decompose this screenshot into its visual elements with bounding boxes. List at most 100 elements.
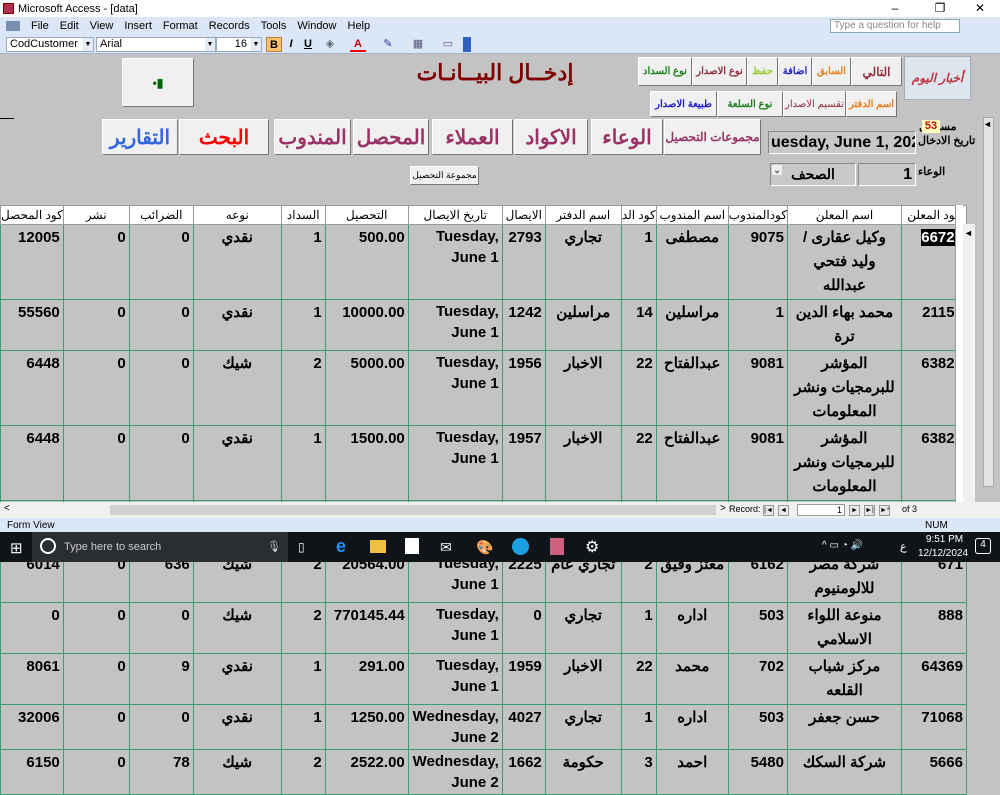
table-cell[interactable]: 55560 [0, 299, 64, 351]
underline-button[interactable]: U [300, 37, 316, 52]
table-cell[interactable]: 0 [62, 299, 130, 351]
goods-type-button[interactable]: نوع السلعة [717, 91, 783, 117]
delegate-button[interactable]: المندوب [274, 119, 351, 155]
table-cell[interactable]: Tuesday, June 1 [407, 224, 503, 300]
toolbar-options-icon[interactable] [463, 37, 471, 52]
column-header[interactable]: نوعه [192, 205, 282, 225]
table-cell[interactable]: 10000.00 [324, 299, 409, 351]
table-cell[interactable]: احمد [655, 749, 729, 795]
clients-button[interactable]: العملاء [432, 119, 513, 155]
edge-legacy-icon[interactable]: e [336, 536, 346, 557]
first-record-button[interactable]: |◄ [763, 505, 774, 516]
table-cell[interactable]: تجاري [544, 704, 622, 750]
table-cell[interactable]: 1 [280, 704, 326, 750]
table-cell[interactable]: 1242 [501, 299, 546, 351]
table-cell[interactable]: 12005 [0, 224, 64, 300]
table-cell[interactable]: 22 [620, 425, 657, 501]
line-color-icon[interactable]: ✎ [380, 37, 396, 52]
object-combo[interactable]: CodCustomer ▼ [6, 37, 94, 52]
menu-edit[interactable]: Edit [60, 20, 79, 32]
column-header[interactable]: الضرائب [128, 205, 194, 225]
fill-color-icon[interactable]: ◈ [322, 37, 338, 52]
table-cell[interactable]: 9075 [727, 224, 788, 300]
table-cell[interactable]: 1 [620, 224, 657, 300]
table-cell[interactable]: مراسلين [544, 299, 622, 351]
column-header[interactable]: اسم المعلن [786, 205, 902, 225]
menu-records[interactable]: Records [209, 20, 250, 32]
container-combo[interactable]: الصحف ⌄ [770, 163, 856, 186]
menu-format[interactable]: Format [163, 20, 198, 32]
column-header[interactable]: السداد [280, 205, 326, 225]
table-cell[interactable]: المؤشر للبرمجيات ونشر المعلومات [786, 425, 902, 501]
table-cell[interactable]: 22 [620, 350, 657, 426]
file-explorer-icon[interactable] [370, 540, 386, 553]
table-cell[interactable]: محمد بهاء الدين ترة [786, 299, 902, 351]
input-language[interactable]: ع [900, 540, 907, 553]
collection-groups-button[interactable]: مجموعات التحصيل [664, 119, 761, 155]
record-selector[interactable]: ◄ [963, 224, 975, 502]
borders-icon[interactable]: ▦ [410, 37, 426, 52]
table-cell[interactable]: Wednesday, June 2 [407, 749, 503, 795]
table-cell[interactable]: 291.00 [324, 653, 409, 705]
column-header[interactable]: تاريخ الايصال [407, 205, 503, 225]
table-cell[interactable]: 2 [280, 602, 326, 654]
last-record-button[interactable]: ►| [864, 505, 875, 516]
table-cell[interactable]: 5000.00 [324, 350, 409, 426]
table-cell[interactable]: 22 [620, 653, 657, 705]
table-cell[interactable]: 9 [128, 653, 194, 705]
table-cell[interactable]: 3 [620, 749, 657, 795]
table-cell[interactable]: تجاري [544, 224, 622, 300]
previous-record-button[interactable]: ◄ [778, 505, 789, 516]
next-record-button[interactable]: ► [849, 505, 860, 516]
access-taskbar-icon[interactable] [550, 538, 564, 555]
table-cell[interactable]: 1 [280, 653, 326, 705]
table-cell[interactable]: Tuesday, June 1 [407, 653, 503, 705]
table-cell[interactable]: 1662 [501, 749, 546, 795]
table-cell[interactable]: مصطفى [655, 224, 729, 300]
book-name-button[interactable]: اسم الدفتر [846, 91, 897, 117]
table-cell[interactable]: 1 [280, 224, 326, 300]
taskbar-search-box[interactable]: Type here to search 🎙 [32, 532, 288, 562]
menu-help[interactable]: Help [348, 20, 371, 32]
table-cell[interactable]: عبدالفتاح [655, 350, 729, 426]
column-header[interactable]: الايصال [501, 205, 546, 225]
table-cell[interactable]: 2793 [501, 224, 546, 300]
table-cell[interactable]: 2522.00 [324, 749, 409, 795]
table-cell[interactable]: 1 [620, 704, 657, 750]
collection-group-button[interactable]: مجموعة التحصيل [410, 166, 479, 185]
table-cell[interactable]: حسن جعفر [786, 704, 902, 750]
container-code-field[interactable]: 1 [858, 163, 916, 186]
table-cell[interactable]: 2 [280, 350, 326, 426]
table-cell[interactable]: 888 [900, 602, 967, 654]
codes-button[interactable]: الاكواد [514, 119, 588, 155]
table-cell[interactable]: Tuesday, June 1 [407, 350, 503, 426]
table-row[interactable]: 66726 وكيل عقارى / وليد فتحي عبدالله 9075 م… [0, 224, 967, 300]
save-button[interactable]: حفظ [747, 57, 778, 86]
table-cell[interactable]: اداره [655, 704, 729, 750]
table-cell[interactable]: 0 [62, 425, 130, 501]
table-row[interactable]: 64369 مركز شباب القلعه 702 محمد 22 الاخبار 195… [0, 653, 967, 705]
column-header[interactable]: كود المحصل [0, 205, 64, 225]
table-row[interactable]: 5666 شركة السكك 5480 احمد 3 حكومة 1662 Wednesda… [0, 749, 967, 795]
size-combo[interactable]: 16 ▼ [216, 37, 262, 52]
table-cell[interactable]: 770145.44 [324, 602, 409, 654]
table-cell[interactable]: 8061 [0, 653, 64, 705]
table-row[interactable]: 63829 المؤشر للبرمجيات ونشر المعلومات 9081… [0, 425, 967, 501]
table-cell[interactable]: 500.00 [324, 224, 409, 300]
mail-icon[interactable]: ✉ [440, 539, 452, 556]
table-cell[interactable]: 5666 [900, 749, 967, 795]
table-cell[interactable]: 1 [727, 299, 788, 351]
scroll-left-icon[interactable]: < [4, 503, 10, 514]
table-cell[interactable]: شيك [192, 350, 282, 426]
table-cell[interactable]: 0 [128, 602, 194, 654]
table-cell[interactable]: 1 [620, 602, 657, 654]
table-cell[interactable]: 0 [0, 602, 64, 654]
table-cell[interactable]: 0 [128, 224, 194, 300]
table-cell[interactable]: نقدي [192, 425, 282, 501]
table-cell[interactable]: 1250.00 [324, 704, 409, 750]
table-row[interactable]: 63829 المؤشر للبرمجيات ونشر المعلومات 9081… [0, 350, 967, 426]
table-cell[interactable]: تجاري [544, 602, 622, 654]
column-header[interactable]: كودالمندوب [727, 205, 788, 225]
table-cell[interactable]: الاخبار [544, 425, 622, 501]
table-cell[interactable]: مركز شباب القلعه [786, 653, 902, 705]
